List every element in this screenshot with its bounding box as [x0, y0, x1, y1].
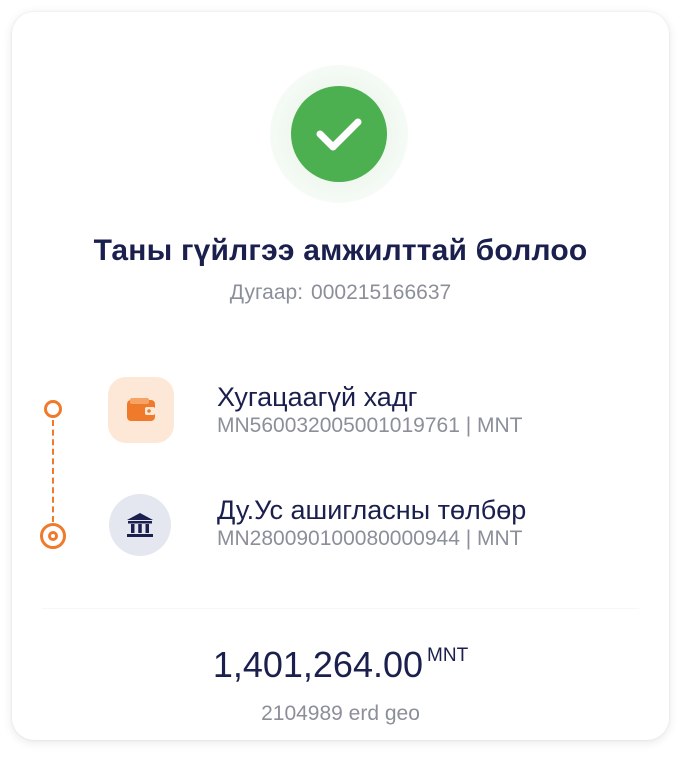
- wallet-icon: [108, 377, 174, 443]
- amount-currency: MNT: [427, 645, 469, 666]
- source-account-number: MN560032005001019761 | MNT: [217, 414, 523, 437]
- amount-value: 1,401,264.00: [212, 644, 424, 685]
- timeline-start-dot: [44, 400, 62, 418]
- timeline-connector: [52, 420, 54, 522]
- destination-account: Ду.Ус ашигласны төлбөр MN280090100080000…: [217, 495, 637, 553]
- timeline-end-dot: [40, 523, 66, 549]
- reference-value: 000215166637: [311, 281, 452, 304]
- status-title: Таны гүйлгээ амжилттай боллоо: [93, 234, 588, 267]
- reference-label: Дугаар:: [229, 281, 304, 304]
- destination-account-number: MN280090100080000944 | MNT: [217, 527, 523, 550]
- source-account-name: Хугацаагүй хадг: [217, 382, 418, 412]
- transaction-receipt-card: Таны гүйлгээ амжилттай боллоо Дугаар: 000…: [12, 12, 669, 740]
- divider: [42, 608, 639, 609]
- transaction-amount: 1,401,264.00 MNT: [12, 644, 669, 686]
- check-icon: [291, 86, 387, 182]
- reference-number: Дугаар: 000215166637: [12, 281, 669, 305]
- bank-icon: [109, 494, 171, 556]
- transaction-description: 2104989 erd geo: [261, 702, 420, 725]
- destination-account-name: Ду.Ус ашигласны төлбөр: [217, 495, 527, 525]
- source-account: Хугацаагүй хадг MN560032005001019761 | M…: [217, 382, 647, 440]
